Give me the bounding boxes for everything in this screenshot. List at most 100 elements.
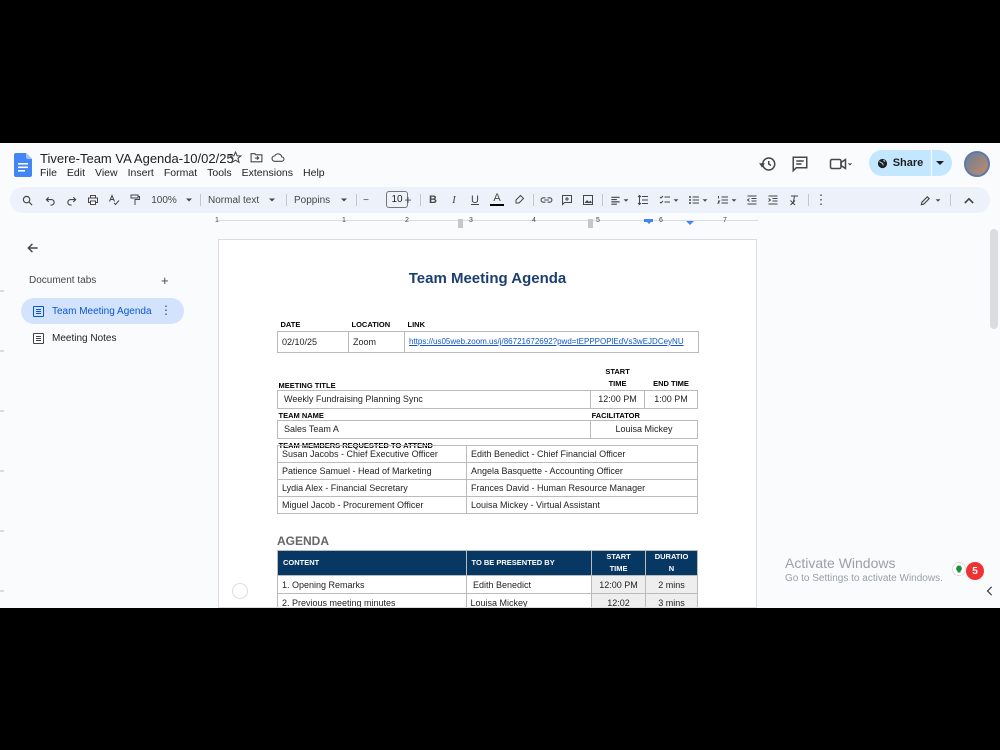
clear-formatting-icon[interactable] <box>788 192 802 208</box>
lightbulb-icon[interactable] <box>952 562 966 576</box>
watermark-line1: Activate Windows <box>785 555 896 571</box>
style-select[interactable]: Normal text <box>208 192 278 208</box>
ruler-mark: 4 <box>532 217 536 224</box>
zoom-link[interactable]: https://us05web.zoom.us/j/86721672692?pw… <box>409 337 693 346</box>
watermark-line2: Go to Settings to activate Windows. <box>785 573 943 584</box>
date-cell[interactable]: 02/10/25 <box>277 330 349 353</box>
document-title[interactable]: Tivere-Team VA Agenda-10/02/25 <box>40 151 234 166</box>
font-select[interactable]: Poppins <box>294 192 350 208</box>
spellcheck-icon[interactable] <box>107 192 121 208</box>
meet-icon[interactable] <box>828 155 854 173</box>
agenda-presenter-cell[interactable]: Edith Benedict <box>465 575 593 594</box>
bulleted-list-icon[interactable] <box>687 192 709 208</box>
member-cell[interactable]: Edith Benedict - Chief Financial Officer <box>466 445 698 463</box>
agenda-duration-cell[interactable]: 2 mins <box>645 575 698 594</box>
paint-format-icon[interactable] <box>128 192 142 208</box>
tab-more-icon[interactable]: ⋮ <box>160 303 172 317</box>
tab-label: Meeting Notes <box>52 332 117 344</box>
member-cell[interactable]: Angela Basquette - Accounting Officer <box>466 462 698 480</box>
scrollbar[interactable] <box>990 229 998 329</box>
checklist-icon[interactable] <box>658 192 680 208</box>
highlight-color-icon[interactable] <box>512 192 526 208</box>
version-history-icon[interactable] <box>759 155 777 173</box>
document-heading: Team Meeting Agenda <box>408 270 567 287</box>
hide-menus-icon[interactable] <box>962 192 976 208</box>
docs-logo-icon[interactable] <box>14 153 32 177</box>
bold-icon[interactable]: B <box>427 192 439 208</box>
agenda-duration-cell[interactable]: 3 mins <box>645 593 698 607</box>
horizontal-ruler[interactable]: 1 1 2 3 4 5 6 7 <box>215 217 760 229</box>
member-cell[interactable]: Miguel Jacob - Procurement Officer <box>277 496 467 514</box>
member-cell[interactable]: Susan Jacobs - Chief Executive Officer <box>277 445 467 463</box>
tab-team-meeting-agenda[interactable]: Team Meeting Agenda ⋮ <box>21 298 184 324</box>
comments-icon[interactable] <box>791 155 809 173</box>
more-options-icon[interactable]: ⋮ <box>814 192 828 208</box>
share-label: Share <box>892 157 924 169</box>
star-icon[interactable] <box>228 150 244 166</box>
italic-icon[interactable]: I <box>448 192 460 208</box>
share-dropdown-icon[interactable] <box>935 159 945 167</box>
location-cell[interactable]: Zoom <box>348 330 405 353</box>
document-page[interactable]: Team Meeting Agenda DATE LOCATION LINK 0… <box>218 239 757 608</box>
menu-tools[interactable]: Tools <box>207 167 232 179</box>
numbered-list-icon[interactable] <box>716 192 738 208</box>
menu-insert[interactable]: Insert <box>128 167 154 179</box>
align-icon[interactable] <box>608 192 630 208</box>
search-menus-icon[interactable] <box>20 192 34 208</box>
menu-edit[interactable]: Edit <box>67 167 85 179</box>
redo-icon[interactable] <box>64 192 78 208</box>
print-icon[interactable] <box>86 192 100 208</box>
meeting-title-cell[interactable]: Weekly Fundraising Planning Sync <box>276 389 592 409</box>
text-color-icon[interactable]: A <box>490 192 504 206</box>
agenda-start-cell[interactable]: 12:00 PM <box>591 575 647 594</box>
move-folder-icon[interactable] <box>250 151 265 166</box>
start-time-cell[interactable]: 12:00 PM <box>590 389 646 409</box>
underline-icon[interactable]: U <box>469 192 481 208</box>
decrease-indent-icon[interactable] <box>745 192 759 208</box>
notification-badge[interactable]: 5 <box>966 562 984 580</box>
tab-meeting-notes[interactable]: Meeting Notes <box>21 325 184 351</box>
table-row: Susan Jacobs - Chief Executive Officer E… <box>277 445 698 463</box>
increase-indent-icon[interactable] <box>766 192 780 208</box>
zoom-select[interactable]: 100% <box>150 192 194 208</box>
menu-extensions[interactable]: Extensions <box>242 167 293 179</box>
document-tabs-sidebar: Document tabs + Team Meeting Agenda ⋮ Me… <box>0 231 200 608</box>
ruler-mark: 7 <box>723 217 727 224</box>
share-button[interactable]: Share <box>869 150 931 176</box>
side-panel-toggle-icon[interactable] <box>986 586 1000 602</box>
menu-help[interactable]: Help <box>303 167 325 179</box>
agenda-presenter-cell[interactable]: Louisa Mickey <box>465 593 593 607</box>
member-cell[interactable]: Lydia Alex - Financial Secretary <box>277 479 467 497</box>
member-cell[interactable]: Patience Samuel - Head of Marketing <box>277 462 467 480</box>
add-comment-icon[interactable] <box>560 192 574 208</box>
facilitator-cell[interactable]: Louisa Mickey <box>590 419 698 439</box>
cloud-saved-icon[interactable] <box>271 151 286 166</box>
member-cell[interactable]: Frances David - Human Resource Manager <box>466 479 698 497</box>
editing-mode-icon[interactable] <box>918 192 942 208</box>
insert-link-icon[interactable] <box>539 192 553 208</box>
menu-format[interactable]: Format <box>164 167 197 179</box>
explore-button[interactable] <box>232 583 248 599</box>
globe-icon <box>877 158 887 168</box>
decrease-font-size-button[interactable]: − <box>361 192 371 208</box>
end-time-cell[interactable]: 1:00 PM <box>644 389 698 409</box>
team-name-cell[interactable]: Sales Team A <box>276 419 592 439</box>
menu-view[interactable]: View <box>95 167 118 179</box>
back-arrow-icon[interactable] <box>26 241 40 255</box>
location-header: LOCATION <box>351 319 391 329</box>
table-row: Miguel Jacob - Procurement Officer Louis… <box>277 496 698 514</box>
insert-image-icon[interactable] <box>581 192 595 208</box>
line-spacing-icon[interactable] <box>636 192 650 208</box>
menu-file[interactable]: File <box>40 167 57 179</box>
table-row: Patience Samuel - Head of Marketing Ange… <box>277 462 698 480</box>
avatar[interactable] <box>964 151 990 177</box>
undo-icon[interactable] <box>43 192 57 208</box>
agenda-start-cell[interactable]: 12:02 <box>591 593 647 607</box>
agenda-content-cell[interactable]: 2. Previous meeting minutes <box>277 593 467 607</box>
agenda-content-cell[interactable]: 1. Opening Remarks <box>277 575 467 594</box>
member-cell[interactable]: Louisa Mickey - Virtual Assistant <box>466 496 698 514</box>
increase-font-size-button[interactable]: + <box>403 192 413 208</box>
add-tab-button[interactable]: + <box>161 273 169 288</box>
link-cell[interactable]: https://us05web.zoom.us/j/86721672692?pw… <box>404 330 699 353</box>
share-button-group: Share <box>869 150 952 176</box>
